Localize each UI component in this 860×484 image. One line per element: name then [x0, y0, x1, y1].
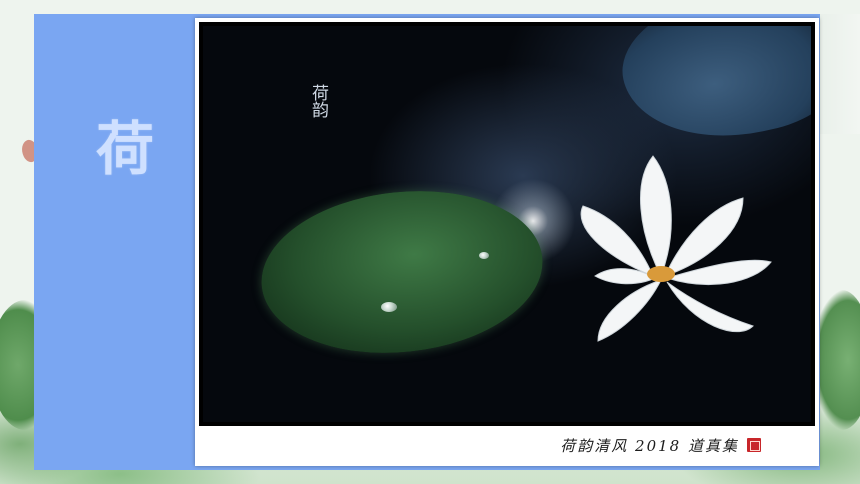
poem-text: 荷韵: [308, 84, 328, 118]
photo-frame: 荷韵: [199, 22, 815, 426]
caption-bar: 荷韵清风 2018 道真集: [199, 428, 815, 462]
water-drop-small: [479, 252, 489, 259]
slide-title: 荷: [96, 115, 159, 183]
photo-card: 荷韵 荷韵清风 2018 道真集: [195, 18, 819, 466]
lily-pad: [253, 177, 551, 367]
photo-caption: 荷韵清风 2018 道真集: [560, 436, 739, 455]
lotus-flower-icon: [580, 155, 772, 342]
background-strip: [820, 14, 860, 134]
seal-stamp-icon: [747, 438, 761, 452]
water-drop: [381, 302, 397, 312]
lotus-photo: 荷韵: [203, 26, 811, 422]
